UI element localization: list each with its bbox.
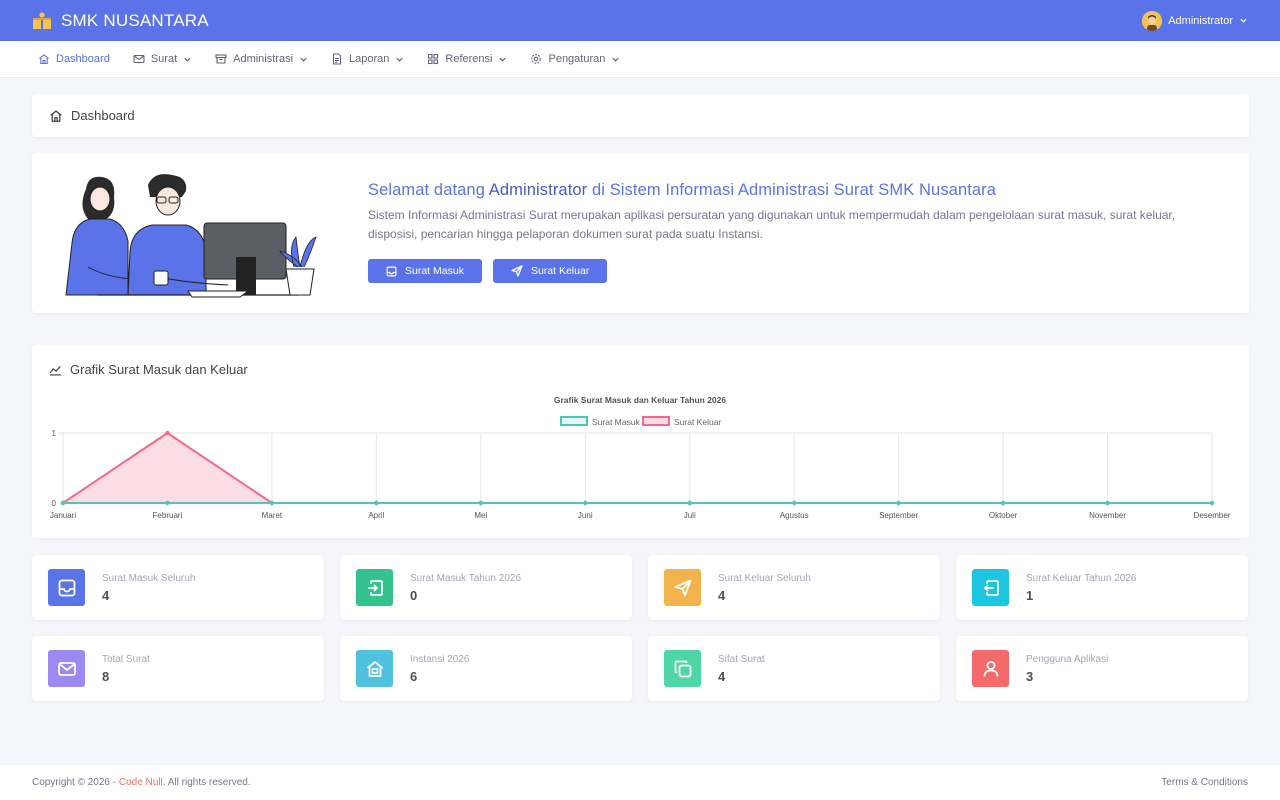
user-name: Administrator	[1168, 14, 1233, 27]
x-tick-label: Desember	[1194, 511, 1231, 520]
nav-referensi[interactable]: Referensi	[427, 53, 507, 65]
data-point	[1000, 500, 1006, 506]
legend-swatch	[560, 416, 588, 426]
series-area-surat-keluar	[63, 433, 1212, 503]
x-tick-label: Juli	[684, 511, 696, 520]
x-tick-label: April	[368, 511, 384, 520]
data-point	[269, 500, 275, 506]
x-tick-label: Mei	[474, 511, 487, 520]
x-tick-label: Oktober	[989, 511, 1018, 520]
brand[interactable]: SMK NUSANTARA	[32, 11, 209, 31]
welcome-card: Selamat datang Administrator di Sistem I…	[32, 153, 1249, 313]
chevron-down-icon	[1240, 18, 1247, 23]
page-title: Dashboard	[71, 108, 135, 123]
mail-icon	[133, 54, 145, 64]
nav-dashboard[interactable]: Dashboard	[38, 53, 110, 65]
data-point	[1105, 500, 1110, 506]
copyright: Copyright © 2026 - Code Null. All rights…	[32, 777, 251, 788]
sign-in-icon	[356, 569, 393, 606]
envelope-icon	[48, 650, 85, 687]
y-tick-label: 0	[52, 499, 57, 508]
file-text-icon	[332, 53, 342, 65]
workspace-illustration	[65, 174, 317, 298]
x-tick-label: November	[1089, 511, 1126, 520]
x-tick-label: September	[879, 511, 918, 520]
stat-card-surat-masuk-seluruh[interactable]: Surat Masuk Seluruh 4	[32, 555, 324, 620]
app-title: SMK NUSANTARA	[61, 10, 209, 30]
stat-card-total-surat[interactable]: Total Surat 8	[32, 636, 324, 701]
main-nav: Dashboard Surat Administrasi Laporan Ref…	[0, 41, 1280, 78]
chart-card: Grafik Surat Masuk dan Keluar Grafik Sur…	[32, 345, 1249, 538]
building-icon	[356, 650, 393, 687]
chevron-down-icon	[184, 57, 191, 62]
surat-keluar-button[interactable]: Surat Keluar	[492, 259, 608, 283]
grid-icon	[428, 53, 439, 65]
archive-icon	[215, 54, 227, 64]
data-point	[165, 430, 170, 436]
book-logo-icon	[33, 11, 51, 29]
welcome-heading: Selamat datang Administrator di Sistem I…	[368, 181, 997, 199]
data-point	[374, 500, 379, 506]
stat-card-instansi[interactable]: Instansi 2026 6	[340, 636, 632, 701]
user-menu[interactable]: Administrator	[1142, 10, 1248, 31]
stat-card-surat-keluar-seluruh[interactable]: Surat Keluar Seluruh 4	[648, 555, 940, 620]
home-icon	[39, 54, 49, 65]
nav-laporan[interactable]: Laporan	[331, 53, 404, 65]
data-point	[687, 500, 692, 506]
author-link[interactable]: Code Null	[119, 777, 163, 788]
nav-administrasi[interactable]: Administrasi	[215, 53, 308, 65]
surat-masuk-button[interactable]: Surat Masuk	[368, 259, 482, 283]
line-chart-icon	[49, 365, 61, 376]
welcome-description: Sistem Informasi Administrasi Surat meru…	[368, 208, 1176, 241]
legend-swatch	[642, 416, 670, 426]
copy-icon	[664, 650, 701, 687]
chevron-down-icon	[300, 57, 307, 62]
chart-header: Grafik Surat Masuk dan Keluar	[49, 362, 248, 377]
footer: Copyright © 2026 - Code Null. All rights…	[0, 765, 1280, 800]
stat-card-pengguna[interactable]: Pengguna Aplikasi 3	[956, 636, 1248, 701]
data-point	[60, 500, 66, 506]
inbox-icon	[386, 266, 397, 276]
terms-link[interactable]: Terms & Conditions	[1161, 777, 1248, 788]
x-tick-label: Agustus	[780, 511, 809, 520]
user-icon	[972, 650, 1009, 687]
stat-card-surat-masuk-tahun[interactable]: Surat Masuk Tahun 2026 0	[340, 555, 632, 620]
data-point	[1209, 500, 1215, 506]
breadcrumb: Dashboard	[32, 94, 1249, 137]
x-tick-label: Maret	[262, 511, 283, 520]
data-point	[896, 500, 901, 506]
send-icon	[664, 569, 701, 606]
line-chart: Grafik Surat Masuk dan Keluar Tahun 2026…	[50, 395, 1231, 520]
welcome-buttons: Surat Masuk Surat Keluar	[368, 259, 1198, 283]
x-tick-label: Januari	[50, 511, 76, 520]
x-tick-label: Juni	[578, 511, 593, 520]
chevron-down-icon	[612, 57, 619, 62]
inbox-icon	[48, 569, 85, 606]
data-point	[165, 500, 170, 506]
avatar	[1142, 10, 1163, 31]
data-point	[791, 500, 797, 506]
chart-title: Grafik Surat Masuk dan Keluar Tahun 2026	[554, 395, 727, 405]
welcome-text: Selamat datang Administrator di Sistem I…	[368, 181, 1198, 283]
settings-icon	[531, 54, 542, 64]
chevron-down-icon	[396, 57, 404, 62]
legend-label: Surat Masuk	[592, 417, 640, 427]
sign-out-icon	[972, 569, 1009, 606]
data-point	[478, 500, 484, 506]
top-bar: SMK NUSANTARA Administrator	[0, 0, 1280, 41]
nav-pengaturan[interactable]: Pengaturan	[530, 53, 620, 65]
x-tick-label: Februari	[153, 511, 183, 520]
stat-card-surat-keluar-tahun[interactable]: Surat Keluar Tahun 2026 1	[956, 555, 1248, 620]
home-icon	[50, 109, 62, 122]
stat-card-sifat-surat[interactable]: Sifat Surat 4	[648, 636, 940, 701]
y-tick-label: 1	[52, 429, 57, 438]
nav-surat[interactable]: Surat	[133, 53, 192, 65]
chevron-down-icon	[499, 57, 507, 62]
legend-label: Surat Keluar	[674, 417, 721, 427]
send-icon	[511, 265, 523, 277]
data-point	[583, 500, 588, 506]
